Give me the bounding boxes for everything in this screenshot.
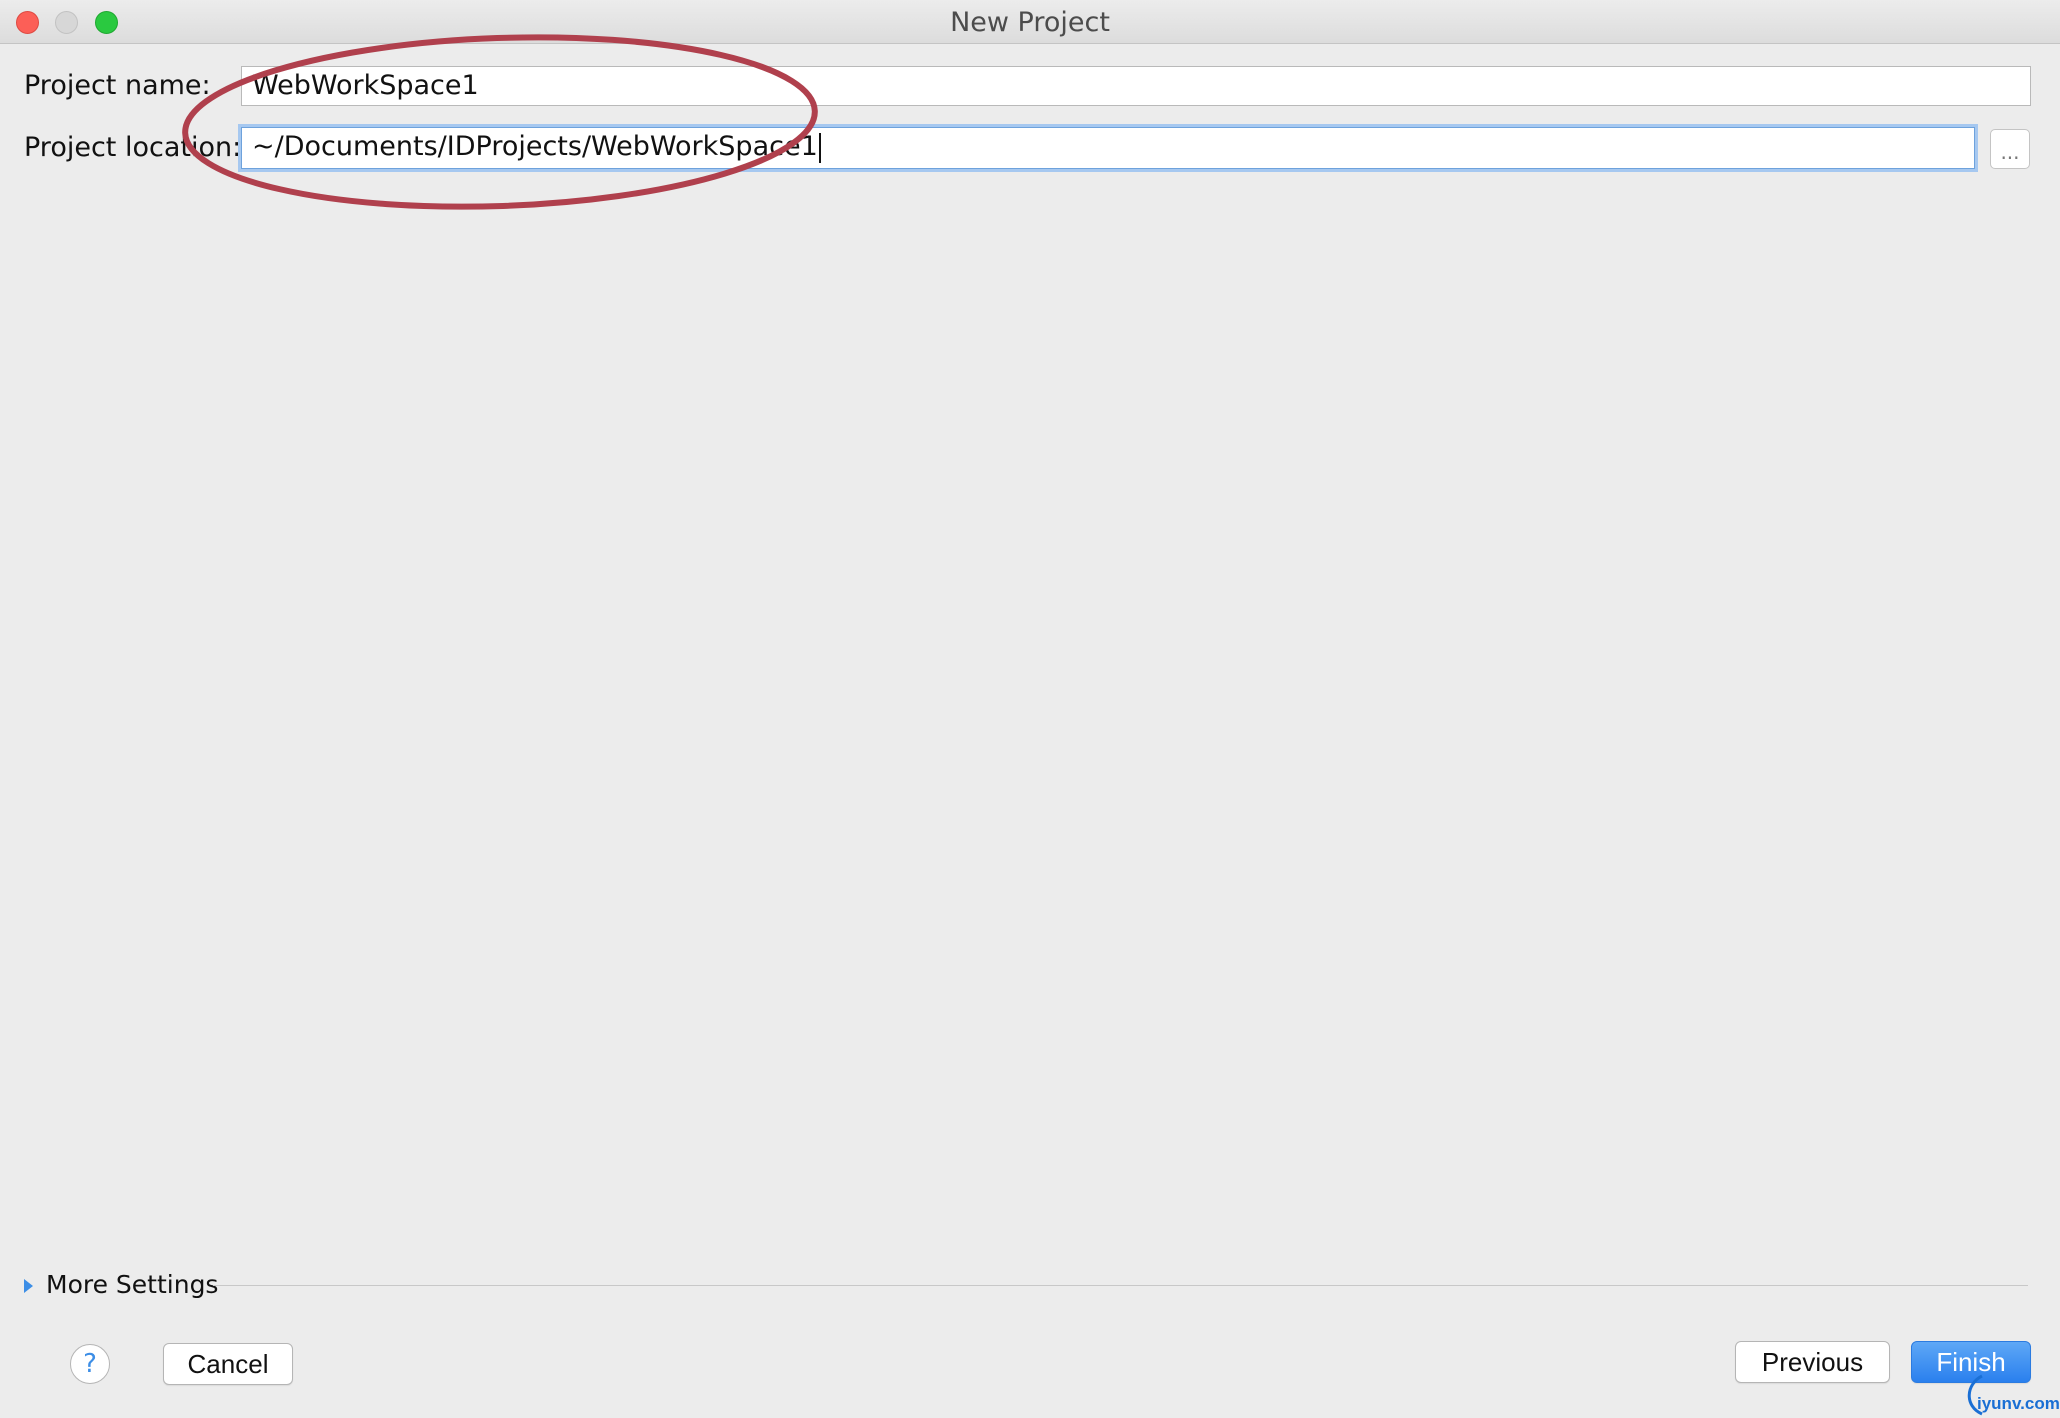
site-watermark: iyunv.com xyxy=(1960,1370,2060,1418)
project-location-input[interactable]: ~/Documents/IDProjects/WebWorkSpace1 xyxy=(241,127,1975,169)
new-project-dialog: New Project Project name: WebWorkSpace1 … xyxy=(0,0,2060,1418)
project-location-value: ~/Documents/IDProjects/WebWorkSpace1 xyxy=(252,131,818,162)
browse-button[interactable]: ... xyxy=(1990,129,2030,169)
previous-button[interactable]: Previous xyxy=(1735,1341,1890,1383)
cancel-button[interactable]: Cancel xyxy=(163,1343,293,1385)
window-title: New Project xyxy=(950,7,1110,38)
disclosure-triangle-icon xyxy=(24,1279,33,1293)
watermark-text: iyunv.com xyxy=(1977,1394,2060,1413)
project-name-label: Project name: xyxy=(24,70,211,101)
text-caret xyxy=(818,132,821,163)
project-name-value: WebWorkSpace1 xyxy=(252,70,479,101)
title-bar: New Project xyxy=(0,0,2060,44)
annotation-ellipse xyxy=(182,34,818,210)
project-name-input[interactable]: WebWorkSpace1 xyxy=(241,66,2031,106)
more-settings-divider xyxy=(213,1285,2028,1286)
more-settings-label: More Settings xyxy=(46,1270,219,1299)
help-button[interactable]: ? xyxy=(70,1344,110,1384)
project-location-label: Project location: xyxy=(24,132,242,163)
